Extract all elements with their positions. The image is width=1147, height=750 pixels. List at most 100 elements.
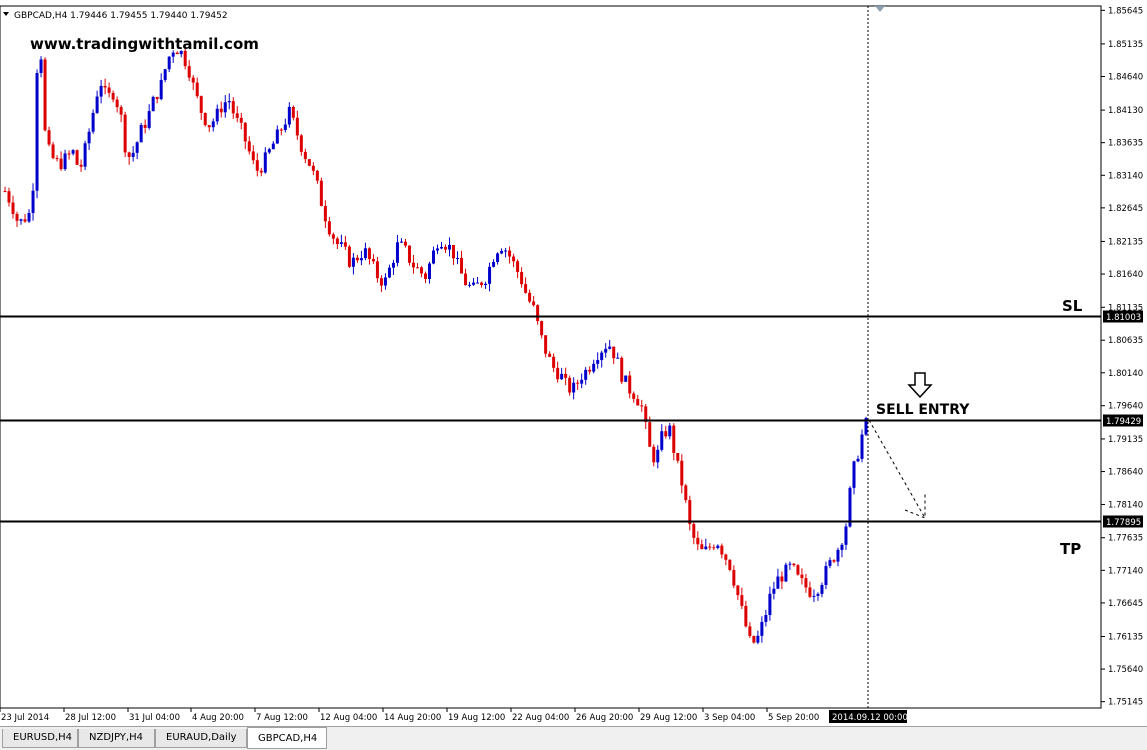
candle-body [319, 180, 323, 207]
candle-body [664, 431, 668, 437]
candle-body [768, 593, 772, 616]
price-tick-label: 1.77635 [1108, 534, 1143, 544]
candle-body [123, 114, 127, 153]
candle-body [55, 158, 59, 160]
candle-body [560, 373, 564, 380]
candle-body [311, 165, 315, 171]
candle-body [3, 191, 7, 193]
price-tick-label: 1.84640 [1108, 73, 1143, 83]
candle-body [588, 369, 592, 372]
candle-body [379, 278, 383, 286]
candle-body [223, 102, 227, 113]
candle-body [91, 112, 95, 132]
candle-body [448, 245, 452, 250]
candle-body [291, 106, 295, 118]
candle-body [375, 261, 379, 279]
candle-body [295, 117, 299, 136]
candle-body [840, 544, 844, 550]
candle-body [764, 615, 768, 622]
candle-body [335, 238, 339, 245]
candle-body [444, 246, 448, 250]
candle-body [323, 206, 327, 222]
tab-euraud-daily[interactable]: EURAUD,Daily [155, 729, 247, 748]
candle-body [552, 356, 556, 368]
candle-body [468, 284, 472, 286]
candle-body [355, 257, 359, 261]
price-tick-label: 1.75145 [1108, 698, 1143, 708]
sl-label: SL [1062, 297, 1083, 315]
candle-body [39, 59, 43, 73]
candle-body [436, 248, 440, 251]
candle-body [832, 560, 836, 562]
candle-body [395, 242, 399, 263]
candle-body [147, 111, 151, 128]
candle-body [712, 547, 716, 549]
candle-body [87, 131, 91, 144]
candle-body [263, 152, 267, 173]
candle-body [331, 234, 335, 239]
price-tick-label: 1.79135 [1108, 435, 1143, 445]
price-tick-label: 1.85645 [1108, 6, 1143, 16]
level-price-label: 1.81003 [1106, 313, 1141, 323]
candle-body [568, 377, 572, 393]
candle-body [724, 554, 728, 560]
candle-body [688, 500, 692, 525]
price-chart[interactable]: 1.81003 1.79429 1.77895 1.85645 1.85135 1.84… [0, 0, 1147, 726]
tab-gbpcad-h4[interactable]: GBPCAD,H4 [247, 727, 327, 749]
candle-body [51, 144, 55, 159]
candle-body [407, 245, 411, 263]
candle-body [708, 546, 712, 548]
candle-body [592, 363, 596, 372]
candle-body [383, 277, 387, 286]
candle-body [596, 360, 600, 364]
price-tick-label: 1.75640 [1108, 665, 1143, 675]
candle-body [608, 346, 612, 349]
candle-body [431, 250, 435, 264]
time-tick-label: 31 Jul 04:00 [129, 713, 180, 723]
candle-body [860, 434, 864, 459]
candle-body [756, 635, 760, 643]
candle-body [704, 546, 708, 550]
tab-eurusd-h4[interactable]: EURUSD,H4 [2, 729, 78, 748]
time-tick-label: 4 Aug 20:00 [192, 713, 244, 723]
price-tick-label: 1.79640 [1108, 402, 1143, 412]
candle-body [784, 564, 788, 582]
tab-label: EURAUD,Daily [166, 732, 237, 743]
candle-body [844, 526, 848, 545]
price-tick-label: 1.78640 [1108, 468, 1143, 478]
candle-body [488, 266, 492, 284]
candle-body [656, 449, 660, 463]
candle-body [576, 382, 580, 384]
time-tick-label: 14 Aug 20:00 [384, 713, 441, 723]
tab-nzdjpy-h4[interactable]: NZDJPY,H4 [78, 729, 155, 748]
candle-body [824, 565, 828, 586]
candle-body [440, 246, 444, 249]
candle-body [35, 72, 39, 191]
candle-body [219, 108, 223, 113]
candle-body [243, 122, 247, 142]
candle-body [584, 369, 588, 380]
candle-body [79, 164, 83, 167]
candle-body [151, 96, 155, 112]
candle-body [672, 425, 676, 454]
candle-body [460, 257, 464, 274]
candle-body [816, 593, 820, 596]
candle-body [480, 282, 484, 286]
candle-body [107, 87, 111, 93]
candle-body [411, 262, 415, 268]
candle-body [351, 257, 355, 267]
candle-body [275, 129, 279, 144]
price-tick-label: 1.83140 [1108, 171, 1143, 181]
cursor-time-label: 2014.09.12 00:00 [832, 713, 908, 723]
candle-body [484, 283, 488, 286]
candle-body [696, 537, 700, 545]
candle-body [139, 124, 143, 143]
candle-body [612, 346, 616, 359]
candle-body [668, 425, 672, 437]
candle-body [363, 248, 367, 259]
candle-body [303, 151, 307, 160]
candle-body [836, 549, 840, 562]
candle-body [600, 352, 604, 361]
candle-body [532, 301, 536, 306]
candle-body [620, 357, 624, 382]
